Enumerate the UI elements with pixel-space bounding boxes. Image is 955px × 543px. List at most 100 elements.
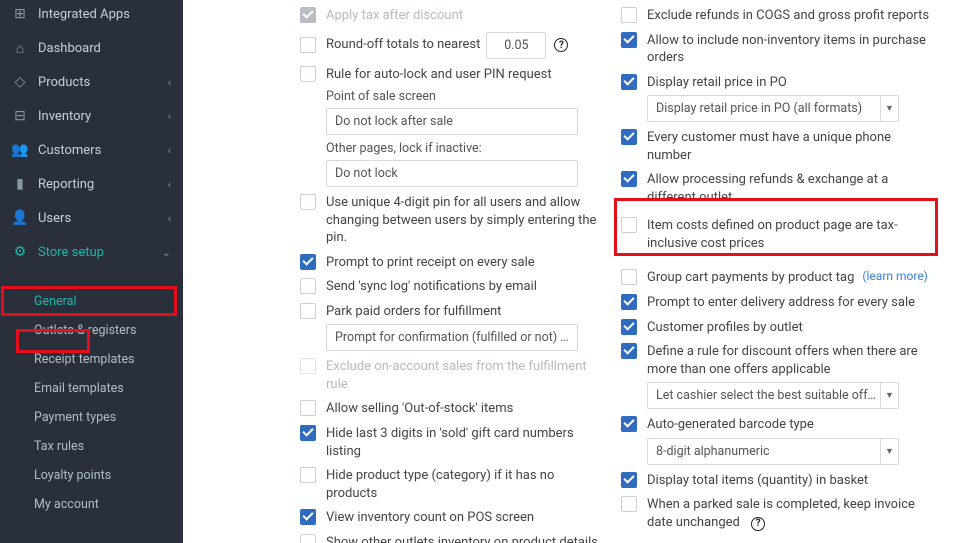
label-allow-noninv: Allow to include non-inventory items in … <box>647 32 935 67</box>
select-display-retail[interactable]: Display retail price in PO (all formats)… <box>647 95 899 122</box>
help-icon[interactable]: ? <box>751 517 765 531</box>
caret-down-icon: ▼ <box>880 96 898 121</box>
checkbox-hide-category[interactable] <box>300 467 316 483</box>
label-view-inventory: View inventory count on POS screen <box>326 509 534 527</box>
subnav-tax-rules[interactable]: Tax rules <box>0 432 183 461</box>
settings-content: Apply tax after discount Round-off total… <box>183 0 955 543</box>
label-define-rule: Define a rule for discount offers when t… <box>647 344 918 377</box>
chevron-left-icon: ‹ <box>168 178 171 191</box>
checkbox-allow-oos[interactable] <box>300 400 316 416</box>
label-hide-digits: Hide last 3 digits in 'sold' gift card n… <box>326 425 600 460</box>
input-pos-screen[interactable]: Do not lock after sale <box>326 108 578 135</box>
checkbox-show-other-inv[interactable] <box>300 534 316 543</box>
checkbox-unique-phone[interactable] <box>621 129 637 145</box>
input-roundoff[interactable]: 0.05 <box>486 32 546 59</box>
subnav-general[interactable]: General <box>0 287 183 316</box>
select-barcode-type[interactable]: 8-digit alphanumeric▼ <box>647 438 899 465</box>
label-roundoff: Round-off totals to nearest <box>326 36 480 54</box>
checkbox-view-inventory[interactable] <box>300 509 316 525</box>
checkbox-parked-sale[interactable] <box>621 496 637 512</box>
stack-icon: ⊟ <box>12 108 28 124</box>
label-allow-oos: Allow selling 'Out-of-stock' items <box>326 400 513 418</box>
label-unique-pin: Use unique 4-digit pin for all users and… <box>326 194 600 247</box>
sidebar-item-integrated-apps[interactable]: ⊞ Integrated Apps <box>0 0 183 31</box>
help-icon[interactable]: ? <box>554 38 568 52</box>
label-show-other-inv: Show other outlets inventory on product … <box>326 534 600 543</box>
label-prompt-print: Prompt to print receipt on every sale <box>326 254 535 272</box>
checkbox-exclude-onaccount <box>300 358 316 374</box>
checkbox-rule-lock[interactable] <box>300 66 316 82</box>
sidebar-label: Integrated Apps <box>38 7 130 22</box>
settings-col-right: Exclude refunds in COGS and gross profit… <box>621 0 935 538</box>
checkbox-unique-pin[interactable] <box>300 194 316 210</box>
gear-icon: ⚙ <box>12 244 28 260</box>
sidebar-item-products[interactable]: ◇ Products ‹ <box>0 65 183 99</box>
checkbox-allow-noninv[interactable] <box>621 32 637 48</box>
sidebar-label: Inventory <box>38 109 91 124</box>
sidebar-label: Dashboard <box>38 41 101 56</box>
label-apply-tax: Apply tax after discount <box>326 7 463 25</box>
sidebar: ⊞ Integrated Apps ⌂ Dashboard ◇ Products… <box>0 0 183 543</box>
input-park-paid[interactable]: Prompt for confirmation (fulfilled or no… <box>326 324 578 351</box>
caret-down-icon: ▼ <box>880 383 898 408</box>
checkbox-sync-log[interactable] <box>300 278 316 294</box>
learn-more-link[interactable]: (learn more) <box>862 269 927 283</box>
select-define-rule[interactable]: Let cashier select the best suitable off… <box>647 382 899 409</box>
sidebar-item-customers[interactable]: 👥 Customers ‹ <box>0 133 183 167</box>
settings-col-left: Apply tax after discount Round-off total… <box>300 0 600 543</box>
checkbox-roundoff[interactable] <box>300 37 316 53</box>
tag-icon: ◇ <box>12 74 28 90</box>
checkbox-prompt-print[interactable] <box>300 254 316 270</box>
sidebar-item-reporting[interactable]: ▮ Reporting ‹ <box>0 167 183 201</box>
apps-icon: ⊞ <box>12 6 28 22</box>
sidebar-item-inventory[interactable]: ⊟ Inventory ‹ <box>0 99 183 133</box>
label-allow-refunds-outlet: Allow processing refunds & exchange at a… <box>647 171 935 206</box>
subnav-loyalty-points[interactable]: Loyalty points <box>0 461 183 490</box>
checkbox-park-paid[interactable] <box>300 303 316 319</box>
label-unique-phone: Every customer must have a unique phone … <box>647 129 935 164</box>
label-sync-log: Send 'sync log' notifications by email <box>326 278 537 296</box>
sidebar-item-users[interactable]: 👤 Users ‹ <box>0 201 183 235</box>
label-exclude-onaccount: Exclude on-account sales from the fulfil… <box>326 358 600 393</box>
chevron-left-icon: ‹ <box>168 76 171 89</box>
sidebar-item-dashboard[interactable]: ⌂ Dashboard <box>0 31 183 65</box>
checkbox-allow-refunds-outlet[interactable] <box>621 171 637 187</box>
checkbox-prompt-delivery[interactable] <box>621 294 637 310</box>
label-hide-category: Hide product type (category) if it has n… <box>326 467 600 502</box>
label-barcode-type: Auto-generated barcode type <box>647 417 814 432</box>
label-prompt-delivery: Prompt to enter delivery address for eve… <box>647 294 915 312</box>
subnav-email-templates[interactable]: Email templates <box>0 374 183 403</box>
label-park-paid: Park paid orders for fulfillment <box>326 304 501 319</box>
label-pos-screen: Point of sale screen <box>326 89 600 104</box>
sidebar-label: Reporting <box>38 177 94 192</box>
subnav-receipt-templates[interactable]: Receipt templates <box>0 345 183 374</box>
chart-icon: ▮ <box>12 176 28 192</box>
label-rule-lock: Rule for auto-lock and user PIN request <box>326 67 552 82</box>
subnav-my-account[interactable]: My account <box>0 490 183 519</box>
checkbox-display-total[interactable] <box>621 472 637 488</box>
sidebar-label: Users <box>38 211 71 226</box>
subnav-outlets[interactable]: Outlets & registers <box>0 316 183 345</box>
checkbox-define-rule[interactable] <box>621 343 637 359</box>
sidebar-label: Customers <box>38 143 101 158</box>
chevron-left-icon: ‹ <box>168 110 171 123</box>
checkbox-group-cart[interactable] <box>621 269 637 285</box>
checkbox-barcode-type[interactable] <box>621 416 637 432</box>
subnav-payment-types[interactable]: Payment types <box>0 403 183 432</box>
people-icon: 👥 <box>12 142 28 158</box>
checkbox-hide-digits[interactable] <box>300 425 316 441</box>
label-item-costs: Item costs defined on product page are t… <box>647 217 935 252</box>
checkbox-exclude-refunds[interactable] <box>621 7 637 23</box>
checkbox-item-costs[interactable] <box>621 217 637 233</box>
label-group-cart: Group cart payments by product tag <box>647 269 854 287</box>
label-display-retail: Display retail price in PO <box>647 75 787 90</box>
checkbox-customer-profiles[interactable] <box>621 319 637 335</box>
caret-down-icon: ▼ <box>880 439 898 464</box>
label-exclude-refunds: Exclude refunds in COGS and gross profit… <box>647 7 929 25</box>
sidebar-item-store-setup[interactable]: ⚙ Store setup ⌄ <box>0 235 183 269</box>
input-other-pages[interactable]: Do not lock <box>326 160 578 187</box>
home-icon: ⌂ <box>12 40 28 56</box>
checkbox-display-retail[interactable] <box>621 74 637 90</box>
label-customer-profiles: Customer profiles by outlet <box>647 319 803 337</box>
sidebar-label: Store setup <box>38 245 104 260</box>
